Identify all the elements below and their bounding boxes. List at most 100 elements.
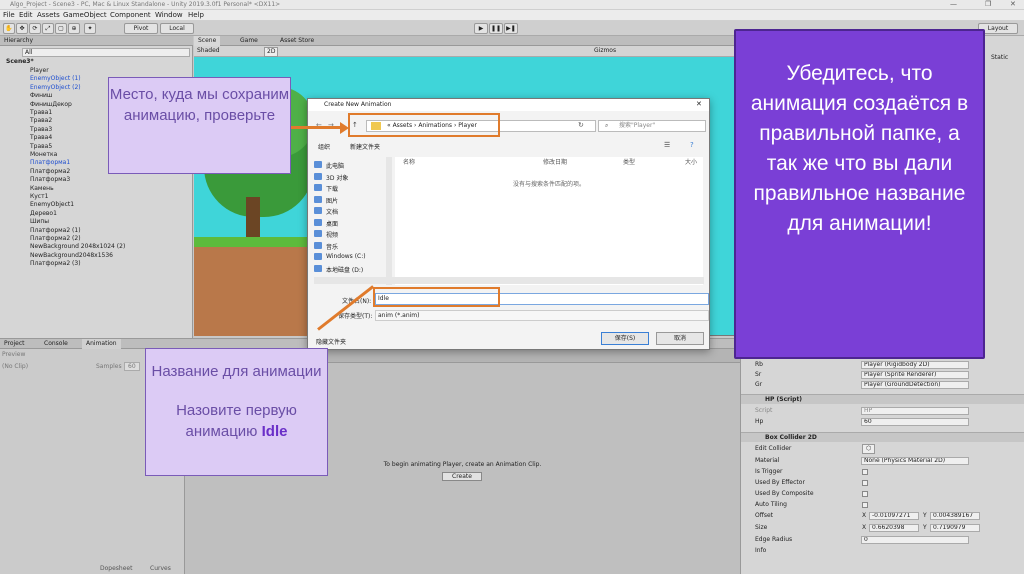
offset-y-field[interactable]: 0.004389167 [930,512,980,520]
info-foldout[interactable]: Info [741,546,1024,556]
hierarchy-search-input[interactable]: All [22,48,190,57]
hp-field[interactable]: 60 [861,418,969,426]
is-trigger-checkbox[interactable] [862,469,868,475]
tab-project[interactable]: Project [0,339,29,349]
organize-button[interactable]: 组织 [318,142,330,151]
horizontal-scrollbar[interactable] [314,277,704,284]
size-x-field[interactable]: 0.6620398 [869,524,919,532]
nav-item[interactable]: 视频 [326,230,338,239]
col-name[interactable]: 名称 [403,157,415,166]
new-folder-button[interactable]: 新建文件夹 [350,142,380,151]
nav-item[interactable]: 文档 [326,207,338,216]
hierarchy-item[interactable]: Трава4 [30,134,52,142]
col-type[interactable]: 类型 [623,157,635,166]
hp-script-header[interactable]: HP (Script) [741,394,1024,404]
dialog-search-input[interactable]: ⌕ 搜索"Player" [598,120,706,132]
menu-assets[interactable]: Assets [37,11,60,19]
hand-tool-icon[interactable]: ✋ [3,23,15,34]
nav-item[interactable]: 本地磁盘 (D:) [326,265,363,274]
used-composite-checkbox[interactable] [862,491,868,497]
menu-gameobject[interactable]: GameObject [63,11,107,19]
maximize-icon[interactable]: ❐ [985,0,991,8]
tab-game[interactable]: Game [236,36,262,46]
hierarchy-item[interactable]: Финиш [30,92,52,100]
nav-item[interactable]: 图片 [326,196,338,205]
nav-item[interactable]: 桌面 [326,219,338,228]
samples-field[interactable]: 60 [124,362,140,371]
hierarchy-item[interactable]: Player [30,67,49,75]
hierarchy-item[interactable]: EnemyObject1 [30,201,74,209]
mode-2d-toggle[interactable]: 2D [264,47,279,57]
filetype-select[interactable]: anim (*.anim) [375,310,709,321]
hierarchy-item[interactable]: Платформа2 (1) [30,227,81,235]
gizmos-dropdown[interactable]: Gizmos [594,46,616,56]
rotate-tool-icon[interactable]: ⟳ [29,23,41,34]
nav-item[interactable]: 下载 [326,184,338,193]
step-icon[interactable]: ▶❚ [504,23,518,34]
transform-tool-icon[interactable]: ⊕ [68,23,80,34]
auto-tiling-checkbox[interactable] [862,502,868,508]
hierarchy-item[interactable]: Монетка [30,151,57,159]
hierarchy-item[interactable]: Камень [30,185,54,193]
hide-folders-toggle[interactable]: 隐藏文件夹 [316,337,346,346]
rb-field[interactable]: Player (Rigidbody 2D) [861,361,969,369]
hierarchy-item[interactable]: EnemyObject (1) [30,75,81,83]
offset-x-field[interactable]: -0.01097271 [869,512,919,520]
rect-tool-icon[interactable]: ▢ [55,23,67,34]
hierarchy-item[interactable]: Куст1 [30,193,48,201]
view-options-icon[interactable]: ☰ [664,141,670,149]
hierarchy-item[interactable]: Трава3 [30,126,52,134]
hierarchy-item[interactable]: Платформа3 [30,176,70,184]
menu-help[interactable]: Help [188,11,204,19]
hierarchy-item[interactable]: Трава5 [30,143,52,151]
sr-field[interactable]: Player (Sprite Renderer) [861,371,969,379]
menu-file[interactable]: File [3,11,15,19]
curves-tab[interactable]: Curves [150,565,171,572]
save-button[interactable]: 保存(S) [601,332,649,345]
hierarchy-item[interactable]: EnemyObject (2) [30,84,81,92]
move-tool-icon[interactable]: ✥ [16,23,28,34]
used-effector-checkbox[interactable] [862,480,868,486]
hierarchy-item[interactable]: Платформа1 [30,159,70,167]
static-toggle[interactable]: Static [991,54,1008,61]
nav-item[interactable]: 此电脑 [326,161,344,170]
nav-item[interactable]: 3D 对象 [326,173,348,182]
pivot-button[interactable]: Pivot [124,23,158,34]
play-icon[interactable]: ▶ [474,23,488,34]
cancel-button[interactable]: 取消 [656,332,704,345]
hierarchy-item[interactable]: NewBackground 2048x1024 (2) [30,243,125,251]
hierarchy-item[interactable]: Платформа2 (2) [30,235,81,243]
shading-dropdown[interactable]: Shaded [197,46,220,56]
hierarchy-item[interactable]: Платформа2 [30,168,70,176]
material-field[interactable]: None (Physics Material 2D) [861,457,969,465]
dopesheet-tab[interactable]: Dopesheet [100,565,132,572]
hierarchy-item[interactable]: Платформа2 (3) [30,260,81,268]
col-date[interactable]: 修改日期 [543,157,567,166]
scale-tool-icon[interactable]: ⤢ [42,23,54,34]
create-clip-button[interactable]: Create [442,472,482,481]
col-size[interactable]: 大小 [685,157,697,166]
close-icon[interactable]: ✕ [1010,0,1016,8]
menu-window[interactable]: Window [155,11,183,19]
menu-component[interactable]: Component [110,11,151,19]
local-button[interactable]: Local [160,23,194,34]
nav-item[interactable]: Windows (C:) [326,253,366,260]
preview-toggle[interactable]: Preview [2,351,25,358]
scene-root-item[interactable]: Scene3* [6,58,34,66]
hierarchy-item[interactable]: Дерево1 [30,210,57,218]
custom-tool-icon[interactable]: ✦ [84,23,96,34]
refresh-icon[interactable]: ↻ [578,121,584,129]
gr-field[interactable]: Player (GroundDetection) [861,381,969,389]
tab-scene[interactable]: Scene [194,36,221,46]
edit-collider-icon[interactable]: ⬡ [862,444,876,454]
tab-asset-store[interactable]: Asset Store [276,36,318,46]
edge-radius-field[interactable]: 0 [861,536,969,544]
box-collider-header[interactable]: Box Collider 2D [741,432,1024,442]
nav-scrollbar[interactable] [386,157,392,285]
file-list[interactable]: 名称 修改日期 类型 大小 没有与搜索条件匹配的项。 [395,157,703,285]
hierarchy-item[interactable]: NewBackground2048x1536 [30,252,113,260]
pause-icon[interactable]: ❚❚ [489,23,503,34]
tab-console[interactable]: Console [40,339,72,349]
dialog-close-icon[interactable]: ✕ [696,100,702,108]
hierarchy-item[interactable]: Шипы [30,218,49,226]
